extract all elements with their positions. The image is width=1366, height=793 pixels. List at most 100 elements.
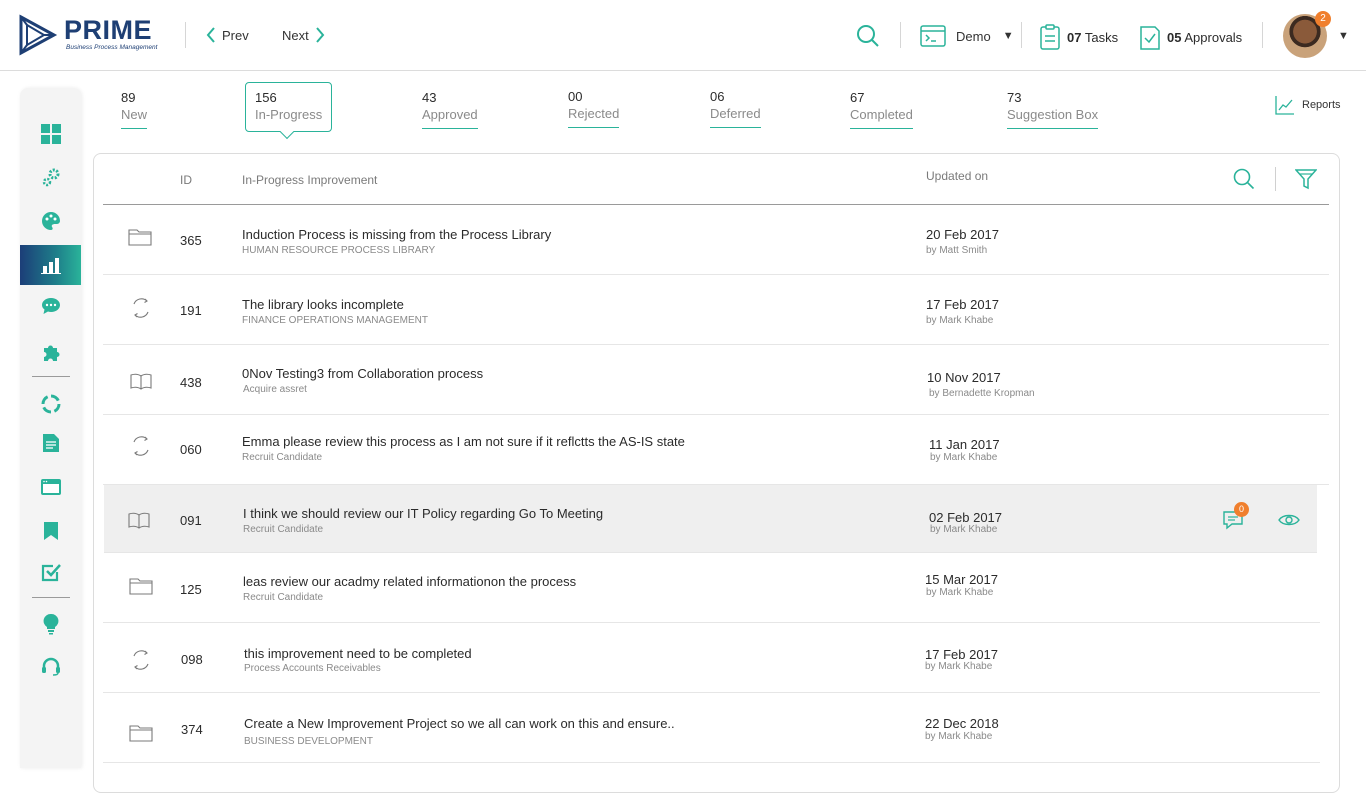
sidebar-item-ideas[interactable] — [20, 604, 81, 644]
approval-check-icon — [1140, 26, 1160, 50]
eye-icon[interactable] — [1278, 513, 1300, 527]
row-title[interactable]: 0Nov Testing3 from Collaboration process — [242, 366, 483, 381]
row-actions: 0 — [1222, 502, 1312, 535]
sidebar — [20, 88, 81, 768]
row-date: 22 Dec 2018 — [925, 716, 999, 731]
stat-count: 89 — [121, 90, 136, 105]
top-bar: PRIME Business Process Management Prev N… — [0, 0, 1366, 71]
folder-icon — [129, 578, 153, 595]
row-id: 060 — [180, 442, 202, 457]
row-author: by Mark Khabe — [925, 731, 993, 742]
sidebar-divider — [32, 597, 70, 598]
dashboard-icon — [40, 124, 61, 144]
stat-suggestion-box[interactable]: 73 Suggestion Box — [1007, 90, 1099, 129]
sidebar-item-design[interactable] — [20, 201, 81, 241]
row-title[interactable]: I think we should review our IT Policy r… — [243, 506, 603, 521]
stat-new[interactable]: 89 New — [121, 90, 148, 129]
row-subtitle: Recruit Candidate — [242, 452, 323, 463]
tasks-button[interactable]: 07 Tasks — [1040, 24, 1118, 50]
row-subtitle: BUSINESS DEVELOPMENT — [244, 736, 373, 747]
stat-count: 06 — [710, 89, 725, 104]
row-author: by Mark Khabe — [925, 661, 993, 672]
prime-logo[interactable]: PRIME Business Process Management — [18, 13, 158, 57]
workspace-dropdown[interactable]: Demo ▼ — [920, 25, 1014, 47]
table-row[interactable]: 374 Create a New Improvement Project so … — [103, 693, 1320, 763]
stat-count: 67 — [850, 90, 865, 105]
sidebar-item-chat[interactable] — [20, 286, 81, 326]
stat-count: 73 — [1007, 90, 1022, 105]
puzzle-icon — [43, 345, 59, 361]
row-title[interactable]: this improvement need to be completed — [244, 646, 472, 661]
table-row[interactable]: 098 this improvement need to be complete… — [103, 623, 1320, 693]
line-chart-icon — [1275, 96, 1294, 115]
stat-approved[interactable]: 43 Approved — [422, 90, 478, 129]
sidebar-item-settings[interactable] — [20, 158, 81, 198]
sidebar-item-documents[interactable] — [20, 423, 81, 463]
sidebar-item-apps[interactable] — [20, 467, 81, 507]
row-date: 20 Feb 2017 — [926, 227, 1000, 242]
table-row[interactable]: 438 0Nov Testing3 from Collaboration pro… — [103, 345, 1329, 415]
sidebar-item-integrations[interactable] — [20, 332, 81, 372]
user-avatar[interactable]: 2 — [1283, 11, 1331, 58]
user-menu-caret-icon[interactable]: ▼ — [1338, 30, 1349, 42]
caret-down-icon: ▼ — [1002, 30, 1014, 42]
approvals-button[interactable]: 05 Approvals — [1140, 24, 1242, 50]
sidebar-item-bookmarks[interactable] — [20, 511, 81, 551]
row-id: 191 — [180, 303, 202, 318]
stat-in-progress[interactable]: 156 In-Progress — [245, 82, 333, 132]
sidebar-item-support[interactable] — [20, 646, 81, 686]
next-button[interactable]: Next — [282, 26, 325, 44]
reports-link[interactable]: Reports — [1275, 95, 1341, 115]
sidebar-divider — [32, 376, 70, 377]
table-row[interactable]: 365 Induction Process is missing from th… — [103, 205, 1329, 275]
row-title[interactable]: Induction Process is missing from the Pr… — [242, 227, 551, 242]
stat-deferred[interactable]: 06 Deferred — [710, 89, 761, 128]
table-row[interactable]: 060 Emma please review this process as I… — [103, 415, 1329, 485]
sidebar-item-cycle[interactable] — [20, 384, 81, 424]
divider — [185, 22, 186, 48]
filter-icon[interactable] — [1295, 168, 1317, 190]
approvals-label: Approvals — [1184, 29, 1243, 45]
sidebar-item-dashboard[interactable] — [20, 114, 81, 154]
table-row[interactable]: 191 The library looks incomplete FINANCE… — [103, 275, 1329, 345]
stat-completed[interactable]: 67 Completed — [850, 90, 913, 129]
sidebar-item-analytics[interactable] — [20, 245, 81, 285]
column-header-id[interactable]: ID — [180, 173, 192, 187]
row-author: by Bernadette Kropman — [929, 388, 1035, 399]
row-subtitle: HUMAN RESOURCE PROCESS LIBRARY — [242, 245, 436, 256]
book-icon — [128, 512, 150, 529]
row-subtitle: Recruit Candidate — [243, 592, 324, 603]
divider — [1021, 22, 1022, 48]
row-title[interactable]: The library looks incomplete — [242, 297, 404, 312]
column-header-updated[interactable]: Updated on — [926, 169, 988, 183]
divider — [1262, 22, 1263, 48]
table-search-icon[interactable] — [1233, 168, 1255, 190]
row-id: 125 — [180, 582, 202, 597]
stat-rejected[interactable]: 00 Rejected — [568, 89, 620, 128]
column-header-title[interactable]: In-Progress Improvement — [242, 173, 377, 187]
row-subtitle: Recruit Candidate — [243, 524, 324, 535]
prev-button[interactable]: Prev — [206, 26, 249, 44]
stat-label: Completed — [850, 106, 913, 129]
chevron-right-icon — [315, 27, 325, 43]
row-subtitle: Acquire assret — [243, 384, 307, 395]
browser-window-icon — [40, 479, 61, 495]
stat-label: Deferred — [710, 105, 761, 128]
row-id: 365 — [180, 233, 202, 248]
row-author: by Mark Khabe — [930, 452, 998, 463]
table-row[interactable]: 125 leas review our acadmy related infor… — [103, 553, 1320, 623]
row-author: by Matt Smith — [926, 245, 988, 256]
palette-icon — [41, 212, 60, 230]
row-title[interactable]: Create a New Improvement Project so we a… — [244, 716, 675, 731]
stat-label: Rejected — [568, 105, 620, 128]
stat-label: In-Progress — [255, 107, 323, 122]
document-icon — [42, 434, 59, 452]
row-subtitle: FINANCE OPERATIONS MANAGEMENT — [242, 315, 428, 326]
row-title[interactable]: Emma please review this process as I am … — [242, 434, 685, 449]
row-date: 17 Feb 2017 — [926, 297, 1000, 312]
sidebar-item-approvals[interactable] — [20, 552, 81, 592]
search-icon[interactable] — [856, 24, 880, 48]
row-id: 091 — [180, 513, 202, 528]
row-title[interactable]: leas review our acadmy related informati… — [243, 574, 576, 589]
table-row[interactable]: 091 I think we should review our IT Poli… — [104, 485, 1317, 553]
